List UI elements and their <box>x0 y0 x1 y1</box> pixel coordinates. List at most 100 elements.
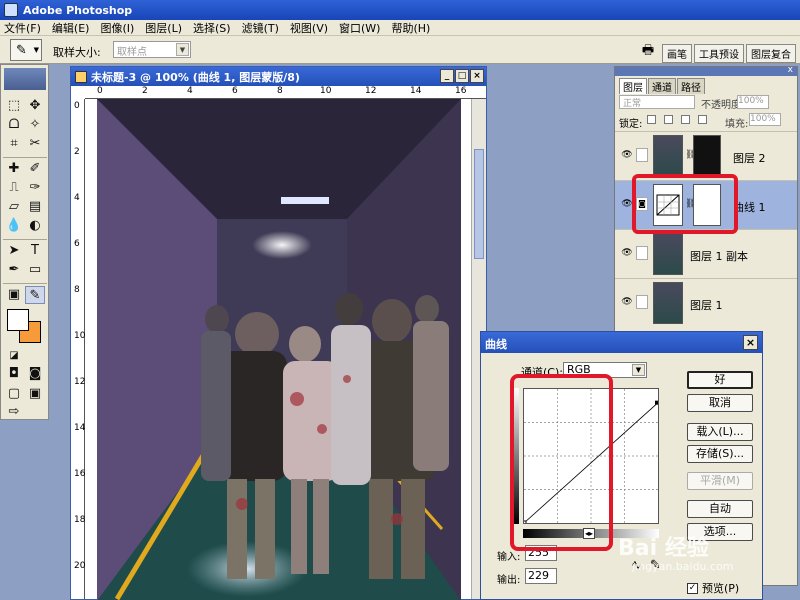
ruler-tick-label: 14 <box>74 423 86 433</box>
tab-tool-presets[interactable]: 工具预设 <box>694 44 744 63</box>
layer-row[interactable]: 👁 图层 1 <box>615 278 797 327</box>
baidu-watermark-url: jingyan.baidu.com <box>632 560 734 573</box>
clone-stamp-icon[interactable]: ⎍ <box>4 179 24 197</box>
baidu-watermark: Bai 经验 <box>618 536 709 561</box>
photoshop-logo <box>4 68 46 90</box>
eye-icon[interactable]: 👁 <box>620 150 634 160</box>
tool-preset-picker[interactable]: ✎ ▼ <box>10 39 42 61</box>
default-colors-icon[interactable]: ◪ <box>4 347 24 365</box>
menu-select[interactable]: 选择(S) <box>193 20 231 36</box>
eyedropper-icon: ✎ <box>16 43 27 58</box>
ruler-tick-label: 12 <box>74 377 86 387</box>
chevron-down-icon: ▼ <box>632 364 645 376</box>
menu-layer[interactable]: 图层(L) <box>145 20 182 36</box>
ruler-tick-label: 2 <box>142 86 148 96</box>
notes-tool-icon[interactable]: ▣ <box>4 286 24 304</box>
lasso-tool-icon[interactable]: ᗝ <box>4 116 24 134</box>
menu-window[interactable]: 窗口(W) <box>339 20 380 36</box>
layer-name: 图层 1 <box>690 299 723 312</box>
blur-tool-icon[interactable]: 💧 <box>4 217 24 235</box>
curve-control-point-selected <box>655 400 659 405</box>
gradient-tool-icon[interactable]: ▤ <box>25 198 45 216</box>
layer-thumbnail <box>653 135 683 177</box>
layer-thumbnail <box>653 282 683 324</box>
layer-row[interactable]: 👁 图层 1 副本 <box>615 229 797 278</box>
marquee-tool-icon[interactable]: ⬚ <box>4 97 24 115</box>
eraser-tool-icon[interactable]: ▱ <box>4 198 24 216</box>
close-icon[interactable]: x <box>788 65 793 75</box>
dialog-close-button[interactable]: × <box>743 335 758 350</box>
toolbox: ⬚ ✥ ᗝ ✧ ⌗ ✂ ✚ ✐ ⎍ ✑ ▱ ▤ 💧 ◐ ➤ T ✒ ▭ ▣ ✎ … <box>0 64 49 420</box>
layer-name: 图层 2 <box>733 152 766 165</box>
tab-layers[interactable]: 图层 <box>619 78 647 94</box>
preview-checkbox[interactable]: ✓ 预览(P) <box>687 580 739 596</box>
image-canvas[interactable] <box>97 99 461 600</box>
quickmask-mode-icon[interactable]: ◙ <box>25 365 45 383</box>
output-field[interactable]: 229 <box>525 568 557 584</box>
history-brush-icon[interactable]: ✑ <box>25 179 45 197</box>
magic-wand-icon[interactable]: ✧ <box>25 116 45 134</box>
menu-view[interactable]: 视图(V) <box>290 20 328 36</box>
path-select-icon[interactable]: ➤ <box>4 242 24 260</box>
eye-icon[interactable]: 👁 <box>620 248 634 258</box>
vertical-ruler: 0 2 4 6 8 10 12 14 16 18 20 <box>71 99 85 599</box>
link-slot[interactable] <box>636 246 648 260</box>
tab-paths[interactable]: 路径 <box>677 78 705 94</box>
save-button[interactable]: 存储(S)... <box>687 445 753 463</box>
link-slot[interactable] <box>636 148 648 162</box>
screen-mode-icon[interactable]: ▢ <box>4 385 24 403</box>
cancel-button[interactable]: 取消 <box>687 394 753 412</box>
menu-edit[interactable]: 编辑(E) <box>52 20 90 36</box>
crop-tool-icon[interactable]: ⌗ <box>4 135 24 153</box>
maximize-button[interactable]: □ <box>455 69 469 83</box>
pen-tool-icon[interactable]: ✒ <box>4 261 24 279</box>
ok-button[interactable]: 好 <box>687 371 753 389</box>
standard-mode-icon[interactable]: ◘ <box>4 365 24 383</box>
menu-filter[interactable]: 滤镜(T) <box>242 20 279 36</box>
ruler-tick-label: 14 <box>410 86 422 96</box>
tab-channels[interactable]: 通道 <box>648 78 676 94</box>
file-browser-icon[interactable]: 🖶 <box>638 41 658 59</box>
move-tool-icon[interactable]: ✥ <box>25 97 45 115</box>
layer-row[interactable]: 👁 ⛓ 图层 2 <box>615 131 797 180</box>
tab-layer-comps[interactable]: 图层复合 <box>746 44 796 63</box>
jump-to-imageready-icon[interactable]: ⇨ <box>4 403 24 421</box>
menu-help[interactable]: 帮助(H) <box>391 20 430 36</box>
lock-pixels-checkbox[interactable] <box>664 115 673 124</box>
menu-file[interactable]: 文件(F) <box>4 20 41 36</box>
palette-well: 画笔 工具预设 图层复合 <box>662 44 798 63</box>
fullscreen-mode-icon[interactable]: ▣ <box>25 385 45 403</box>
close-button[interactable]: × <box>470 69 484 83</box>
sample-size-select[interactable]: 取样点 ▼ <box>113 41 191 58</box>
shape-tool-icon[interactable]: ▭ <box>25 261 45 279</box>
lock-position-checkbox[interactable] <box>681 115 690 124</box>
auto-button[interactable]: 自动 <box>687 500 753 518</box>
link-slot[interactable] <box>636 295 648 309</box>
slice-tool-icon[interactable]: ✂ <box>25 135 45 153</box>
checkbox-icon[interactable]: ✓ <box>687 582 698 594</box>
fill-input[interactable]: 100% <box>749 113 781 126</box>
healing-brush-icon[interactable]: ✚ <box>4 160 24 178</box>
eyedropper-tool-icon[interactable]: ✎ <box>25 286 45 304</box>
opacity-input[interactable]: 100% <box>737 95 769 109</box>
load-button[interactable]: 载入(L)... <box>687 423 753 441</box>
ruler-tick-label: 8 <box>74 285 80 295</box>
minimize-button[interactable]: _ <box>440 69 454 83</box>
document-icon <box>75 70 87 83</box>
dodge-tool-icon[interactable]: ◐ <box>25 217 45 235</box>
lock-all-checkbox[interactable] <box>698 115 707 124</box>
foreground-color-swatch[interactable] <box>7 309 29 331</box>
horizontal-ruler: 0 2 4 6 8 10 12 14 16 <box>85 86 486 99</box>
menu-image[interactable]: 图像(I) <box>100 20 134 36</box>
lock-transparency-checkbox[interactable] <box>647 115 656 124</box>
sample-size-value: 取样点 <box>117 47 147 58</box>
eye-icon[interactable]: 👁 <box>620 297 634 307</box>
type-tool-icon[interactable]: T <box>25 242 45 260</box>
brush-tool-icon[interactable]: ✐ <box>25 160 45 178</box>
tab-brushes[interactable]: 画笔 <box>662 44 692 63</box>
ruler-tick-label: 18 <box>74 515 86 525</box>
blend-mode-select[interactable]: 正常 <box>619 95 695 109</box>
smooth-button[interactable]: 平滑(M) <box>687 472 753 490</box>
layer-mask-thumbnail[interactable] <box>693 135 721 177</box>
scrollbar-thumb[interactable] <box>474 149 484 259</box>
